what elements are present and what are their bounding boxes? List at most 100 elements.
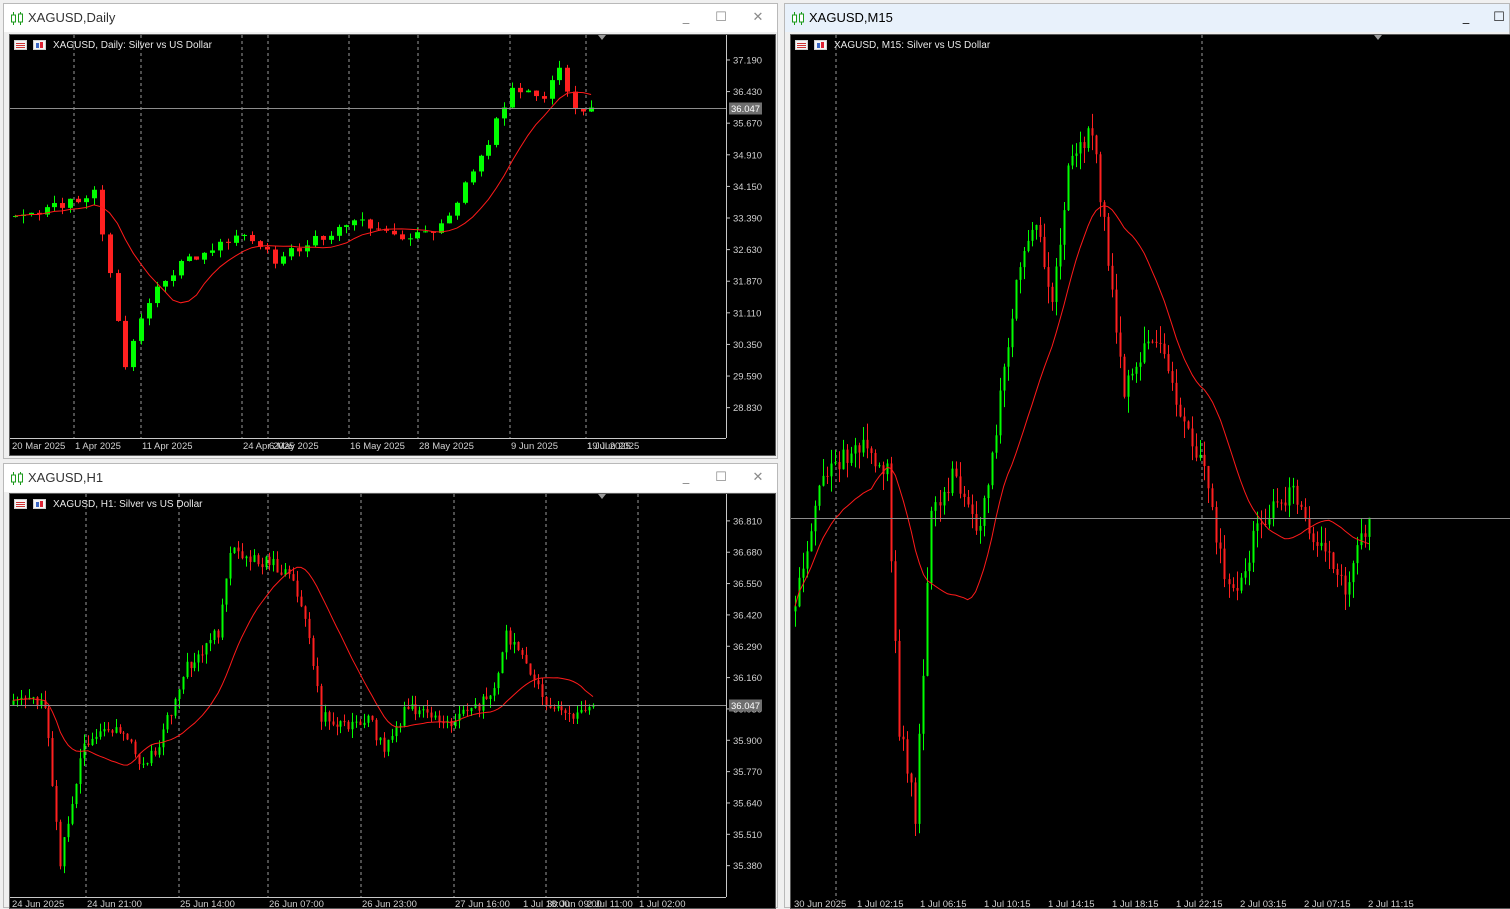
candle-body: [1356, 545, 1359, 564]
candle: [107, 722, 110, 733]
close-button[interactable]: ✕: [747, 8, 769, 28]
candle-body: [910, 773, 913, 783]
candle: [541, 677, 544, 705]
chart-canvas[interactable]: 37.190 36.430 35.670 34.910 34.150 33.390 32.6…: [10, 35, 776, 456]
candle: [174, 697, 177, 719]
candle-body: [332, 721, 335, 725]
candle-body: [68, 198, 73, 208]
candle: [245, 555, 248, 567]
candle: [1047, 252, 1050, 304]
candle-body: [934, 502, 937, 511]
candle: [995, 424, 998, 459]
chart-subtitle: XAGUSD, Daily: Silver vs US Dollar: [53, 39, 212, 51]
candle-body: [170, 715, 173, 717]
price-chart[interactable]: 36.810 36.680 36.550 36.420 36.290 36.160 36.0…: [9, 493, 776, 909]
candle: [455, 201, 460, 220]
candle-body: [1348, 582, 1351, 595]
maximize-button[interactable]: ☐: [710, 468, 732, 488]
candle-body: [526, 90, 531, 93]
candle-body: [1312, 533, 1315, 543]
candle-body: [1067, 165, 1070, 211]
candle: [438, 710, 441, 728]
maximize-button[interactable]: ☐: [1488, 8, 1510, 28]
candle: [146, 762, 149, 766]
candle: [268, 552, 271, 571]
candle-body: [1276, 501, 1279, 503]
candle: [67, 816, 70, 842]
candle: [201, 645, 204, 663]
candle: [281, 251, 286, 266]
candle: [1304, 498, 1307, 522]
price-chart[interactable]: 30 Jun 2025 1 Jul 02:15 1 Jul 06:15 1 Jul 1…: [790, 34, 1510, 909]
candle-body: [292, 574, 295, 581]
shift-marker-icon: [1374, 35, 1382, 40]
candle-body: [400, 234, 405, 240]
candle-body: [59, 821, 62, 867]
minimize-button[interactable]: _: [675, 468, 697, 488]
candle: [59, 819, 62, 870]
candle: [1163, 333, 1166, 359]
candle-body: [830, 463, 833, 477]
candle-body: [971, 504, 974, 515]
grid-lines: [85, 494, 639, 897]
candle-body: [1039, 224, 1042, 237]
candle: [529, 663, 532, 676]
candle-body: [497, 673, 500, 689]
candle: [329, 231, 334, 244]
candle: [367, 714, 370, 728]
candle-body: [171, 275, 176, 281]
price-tick-label: 31.870: [733, 277, 762, 288]
chart-subtitle: XAGUSD, H1: Silver vs US Dollar: [53, 498, 203, 510]
titlebar[interactable]: XAGUSD,H1 _ ☐ ✕: [4, 464, 777, 492]
candle-body: [154, 750, 157, 755]
window-xagusd-m15[interactable]: XAGUSD,M15 _ ☐ 30 Jun 2025 1 Jul 02:15 1 J…: [784, 3, 1510, 909]
candle: [1055, 257, 1058, 316]
candle: [1364, 524, 1367, 548]
candlestick-icon: [792, 12, 804, 25]
candle: [1280, 499, 1283, 511]
candle: [584, 700, 587, 713]
candle: [328, 710, 331, 730]
chart-canvas[interactable]: 30 Jun 2025 1 Jul 02:15 1 Jul 06:15 1 Jul 1…: [791, 35, 1510, 909]
candle-body: [1043, 236, 1046, 268]
window-xagusd-h1[interactable]: XAGUSD,H1 _ ☐ ✕ 36.810 36.680 36.550 36.420…: [3, 463, 778, 909]
chart-grid-icon: [14, 40, 27, 50]
candle-body: [1111, 265, 1114, 290]
candle: [1276, 488, 1279, 508]
candle-body: [352, 220, 357, 226]
candle-body: [273, 249, 278, 264]
candle: [1284, 486, 1287, 512]
minimize-button[interactable]: _: [1455, 8, 1477, 28]
candle: [276, 551, 279, 573]
time-tick-label: 16 May 2025: [350, 441, 405, 452]
candle: [60, 197, 65, 215]
candle-body: [55, 785, 58, 822]
maximize-button[interactable]: ☐: [710, 8, 732, 28]
candle: [858, 442, 861, 469]
candle-body: [580, 709, 583, 713]
candle: [999, 377, 1002, 444]
candle-body: [1095, 135, 1098, 155]
symbol-header: XAGUSD, Daily: Silver vs US Dollar: [14, 39, 212, 51]
candle-body: [241, 551, 244, 559]
candle: [130, 738, 133, 744]
candle-body: [162, 729, 165, 748]
minimize-button[interactable]: _: [675, 8, 697, 28]
candle: [894, 550, 897, 654]
candle: [1043, 223, 1046, 270]
price-chart[interactable]: 37.190 36.430 35.670 34.910 34.150 33.390 32.6…: [9, 34, 776, 456]
candle: [1215, 501, 1218, 555]
candle-body: [1236, 587, 1239, 591]
close-button[interactable]: ✕: [747, 468, 769, 488]
candle: [1316, 531, 1319, 557]
window-xagusd-daily[interactable]: XAGUSD,Daily _ ☐ ✕ 37.190 36.430 35.670 34.…: [3, 3, 778, 459]
candle: [344, 224, 349, 234]
candle: [1079, 131, 1082, 170]
candle: [1332, 551, 1335, 574]
candlestick-icon: [11, 472, 23, 485]
titlebar[interactable]: XAGUSD,M15 _ ☐: [785, 4, 1509, 32]
candle: [482, 694, 485, 719]
chart-canvas[interactable]: 36.810 36.680 36.550 36.420 36.290 36.160 36.0…: [10, 494, 776, 909]
candle-body: [878, 465, 881, 467]
titlebar[interactable]: XAGUSD,Daily _ ☐ ✕: [4, 4, 777, 32]
